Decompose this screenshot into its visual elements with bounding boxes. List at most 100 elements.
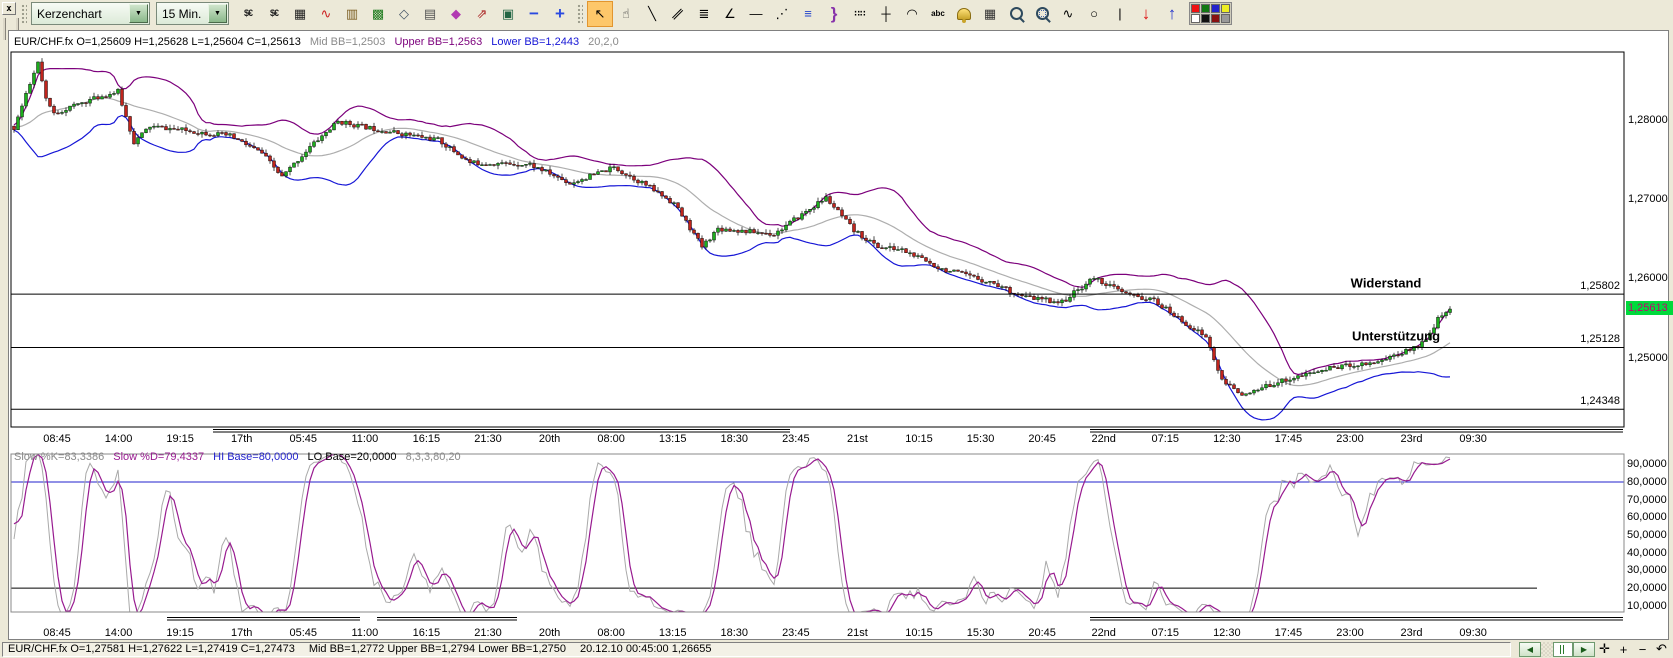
palette-color-3[interactable] (1221, 4, 1230, 13)
print-button[interactable]: ▤ (417, 1, 443, 27)
bb-params-label: 20,2,0 (588, 36, 619, 48)
hand-tool-button[interactable]: ☝ (613, 1, 639, 27)
ellipse-tool-icon: ○ (1090, 7, 1098, 20)
time-axis-label: 17:45 (1275, 433, 1303, 445)
chart-screen-icon: ▩ (372, 7, 384, 20)
time-axis-label: 12:30 (1213, 433, 1241, 445)
dotted-grid-tool-button[interactable]: ∷∷ (847, 1, 873, 27)
time-axis-label: 19:15 (166, 433, 194, 445)
arrow-up-marker-button[interactable]: ↑ (1159, 1, 1185, 27)
parallel-lines-tool-button[interactable]: ∥ (665, 1, 691, 27)
palette-color-4[interactable] (1191, 14, 1200, 23)
toolbar-grip[interactable] (21, 4, 27, 24)
chart-type-grid-button[interactable]: ▦ (287, 1, 313, 27)
chart-nav-buttons: ✛+−↶ (1595, 642, 1671, 657)
color-palette-grid[interactable] (1189, 2, 1232, 25)
time-axis-label: 20th (539, 433, 560, 445)
horizontal-line-tool-icon: — (750, 7, 763, 20)
vertical-line-tool-button[interactable]: | (1107, 1, 1133, 27)
palette-color-7[interactable] (1221, 14, 1230, 23)
zoom-out-button[interactable]: − (1633, 642, 1652, 657)
vertical-line-tool-icon: | (1118, 7, 1121, 20)
toolbar-group-drawing: ↖ ☝ ╲ ∥≣∠ — ⋰ ≡}∷∷┼◠abc ▦ ∿ ○ | ↓ ↑ (587, 1, 1185, 27)
zoom-in-button[interactable]: + (1614, 642, 1633, 657)
ray-fan-tool-button[interactable]: ⋰ (769, 1, 795, 27)
time-axis-label: 22nd (1091, 433, 1115, 445)
zoom-in-button[interactable]: + (547, 1, 573, 27)
zoom-out-button[interactable]: − (521, 1, 547, 27)
fan-lines-tool-button[interactable]: ∠ (717, 1, 743, 27)
pointer-tool-icon: ↖ (595, 7, 606, 20)
palette-color-2[interactable] (1211, 4, 1220, 13)
stoch-axis-label: 70,0000 (1627, 494, 1667, 506)
chart-type-dropdown[interactable]: Kerzenchart ▼ (31, 2, 150, 25)
fibonacci-tool-button[interactable]: ≡ (795, 1, 821, 27)
hand-tool-icon: ☝ (622, 7, 630, 20)
zoom-area-tool-icon (1036, 7, 1049, 20)
calculator-button[interactable]: ▦ (977, 1, 1003, 27)
scroll-track[interactable] (1541, 642, 1553, 657)
text-tool-button[interactable]: abc (925, 1, 951, 27)
hi-base-label: HI Base=80,0000 (213, 451, 298, 463)
monitor-layout-button[interactable]: ▣ (495, 1, 521, 27)
zoom-area-tool-button[interactable] (1029, 1, 1055, 27)
crosshair-tool-button[interactable]: ┼ (873, 1, 899, 27)
close-toolbar-button[interactable]: x (2, 2, 16, 15)
palette-color-0[interactable] (1191, 4, 1200, 13)
zoom-tool-button[interactable] (1003, 1, 1029, 27)
time-axis-label: 18:30 (721, 433, 749, 445)
chevron-down-icon[interactable]: ▼ (208, 4, 227, 23)
slow-k-label: Slow %K=83,3386 (14, 451, 104, 463)
bracket-tool-button[interactable]: } (821, 1, 847, 27)
ellipse-tool-button[interactable]: ○ (1081, 1, 1107, 27)
symbol-search-button[interactable]: $€ (235, 1, 261, 27)
insert-indicator-button[interactable]: ∿ (313, 1, 339, 27)
alert-bell-button[interactable] (951, 1, 977, 27)
trendline-tool-button[interactable]: ╲ (639, 1, 665, 27)
palette-color-5[interactable] (1201, 14, 1210, 23)
time-axis-label: 17th (231, 433, 252, 445)
stoch-axis-label: 60,0000 (1627, 511, 1667, 523)
main-toolbar: Kerzenchart ▼ 15 Min. ▼ $€$€▦∿▥▩◇▤◆⇗▣−+ … (18, 0, 1673, 27)
pointer-tool-button[interactable]: ↖ (587, 1, 613, 27)
horizontal-line-tool-button[interactable]: — (743, 1, 769, 27)
time-axis-label: 18:30 (721, 627, 749, 639)
arc-tool-button[interactable]: ◠ (899, 1, 925, 27)
publish-chart-button[interactable]: ⇗ (469, 1, 495, 27)
stoch-axis-label: 30,0000 (1627, 564, 1667, 576)
curve-tool-icon: ∿ (1063, 7, 1074, 20)
barcode-icon (1560, 645, 1566, 654)
chevron-down-icon[interactable]: ▼ (129, 4, 148, 23)
arrow-down-marker-icon: ↓ (1142, 5, 1151, 22)
scroll-thumb[interactable] (1553, 642, 1573, 657)
palette-color-6[interactable] (1211, 14, 1220, 23)
curve-tool-button[interactable]: ∿ (1055, 1, 1081, 27)
upper-bb-label: Upper BB=1,2563 (394, 36, 482, 48)
color-settings-button[interactable]: ◆ (443, 1, 469, 27)
chart-gallery-button[interactable]: ▥ (339, 1, 365, 27)
time-axis-label: 21:30 (474, 433, 502, 445)
palette-color-1[interactable] (1201, 4, 1210, 13)
toolbar-grip[interactable] (577, 4, 583, 24)
scroll-right-button[interactable]: ▶ (1573, 642, 1595, 657)
row-lines-tool-button[interactable]: ≣ (691, 1, 717, 27)
calculator-icon: ▦ (984, 7, 996, 20)
time-axis-label: 23rd (1401, 627, 1423, 639)
pan-button[interactable]: ✛ (1595, 642, 1614, 657)
chart-screen-button[interactable]: ▩ (365, 1, 391, 27)
stoch-axis-label: 90,0000 (1627, 458, 1667, 470)
new-workspace-button[interactable]: ◇ (391, 1, 417, 27)
scroll-left-button[interactable]: ◀ (1519, 642, 1541, 657)
trendline-tool-icon: ╲ (648, 7, 656, 20)
interval-dropdown[interactable]: 15 Min. ▼ (156, 2, 229, 25)
time-axis-label: 09:30 (1459, 627, 1487, 639)
symbol-exchange-button[interactable]: $€ (261, 1, 287, 27)
ray-fan-tool-icon: ⋰ (776, 7, 789, 20)
time-axis-label: 21st (847, 627, 868, 639)
arrow-down-marker-button[interactable]: ↓ (1133, 1, 1159, 27)
toolbar-group-chart: $€$€▦∿▥▩◇▤◆⇗▣−+ (235, 1, 573, 27)
trading-app: x Kerzenchart ▼ 15 Min. ▼ $€$€▦∿▥▩◇▤◆⇗▣−… (0, 0, 1673, 658)
arrow-up-marker-icon: ↑ (1168, 5, 1177, 22)
time-axis-label: 23:00 (1336, 433, 1364, 445)
undo-button[interactable]: ↶ (1652, 642, 1671, 657)
